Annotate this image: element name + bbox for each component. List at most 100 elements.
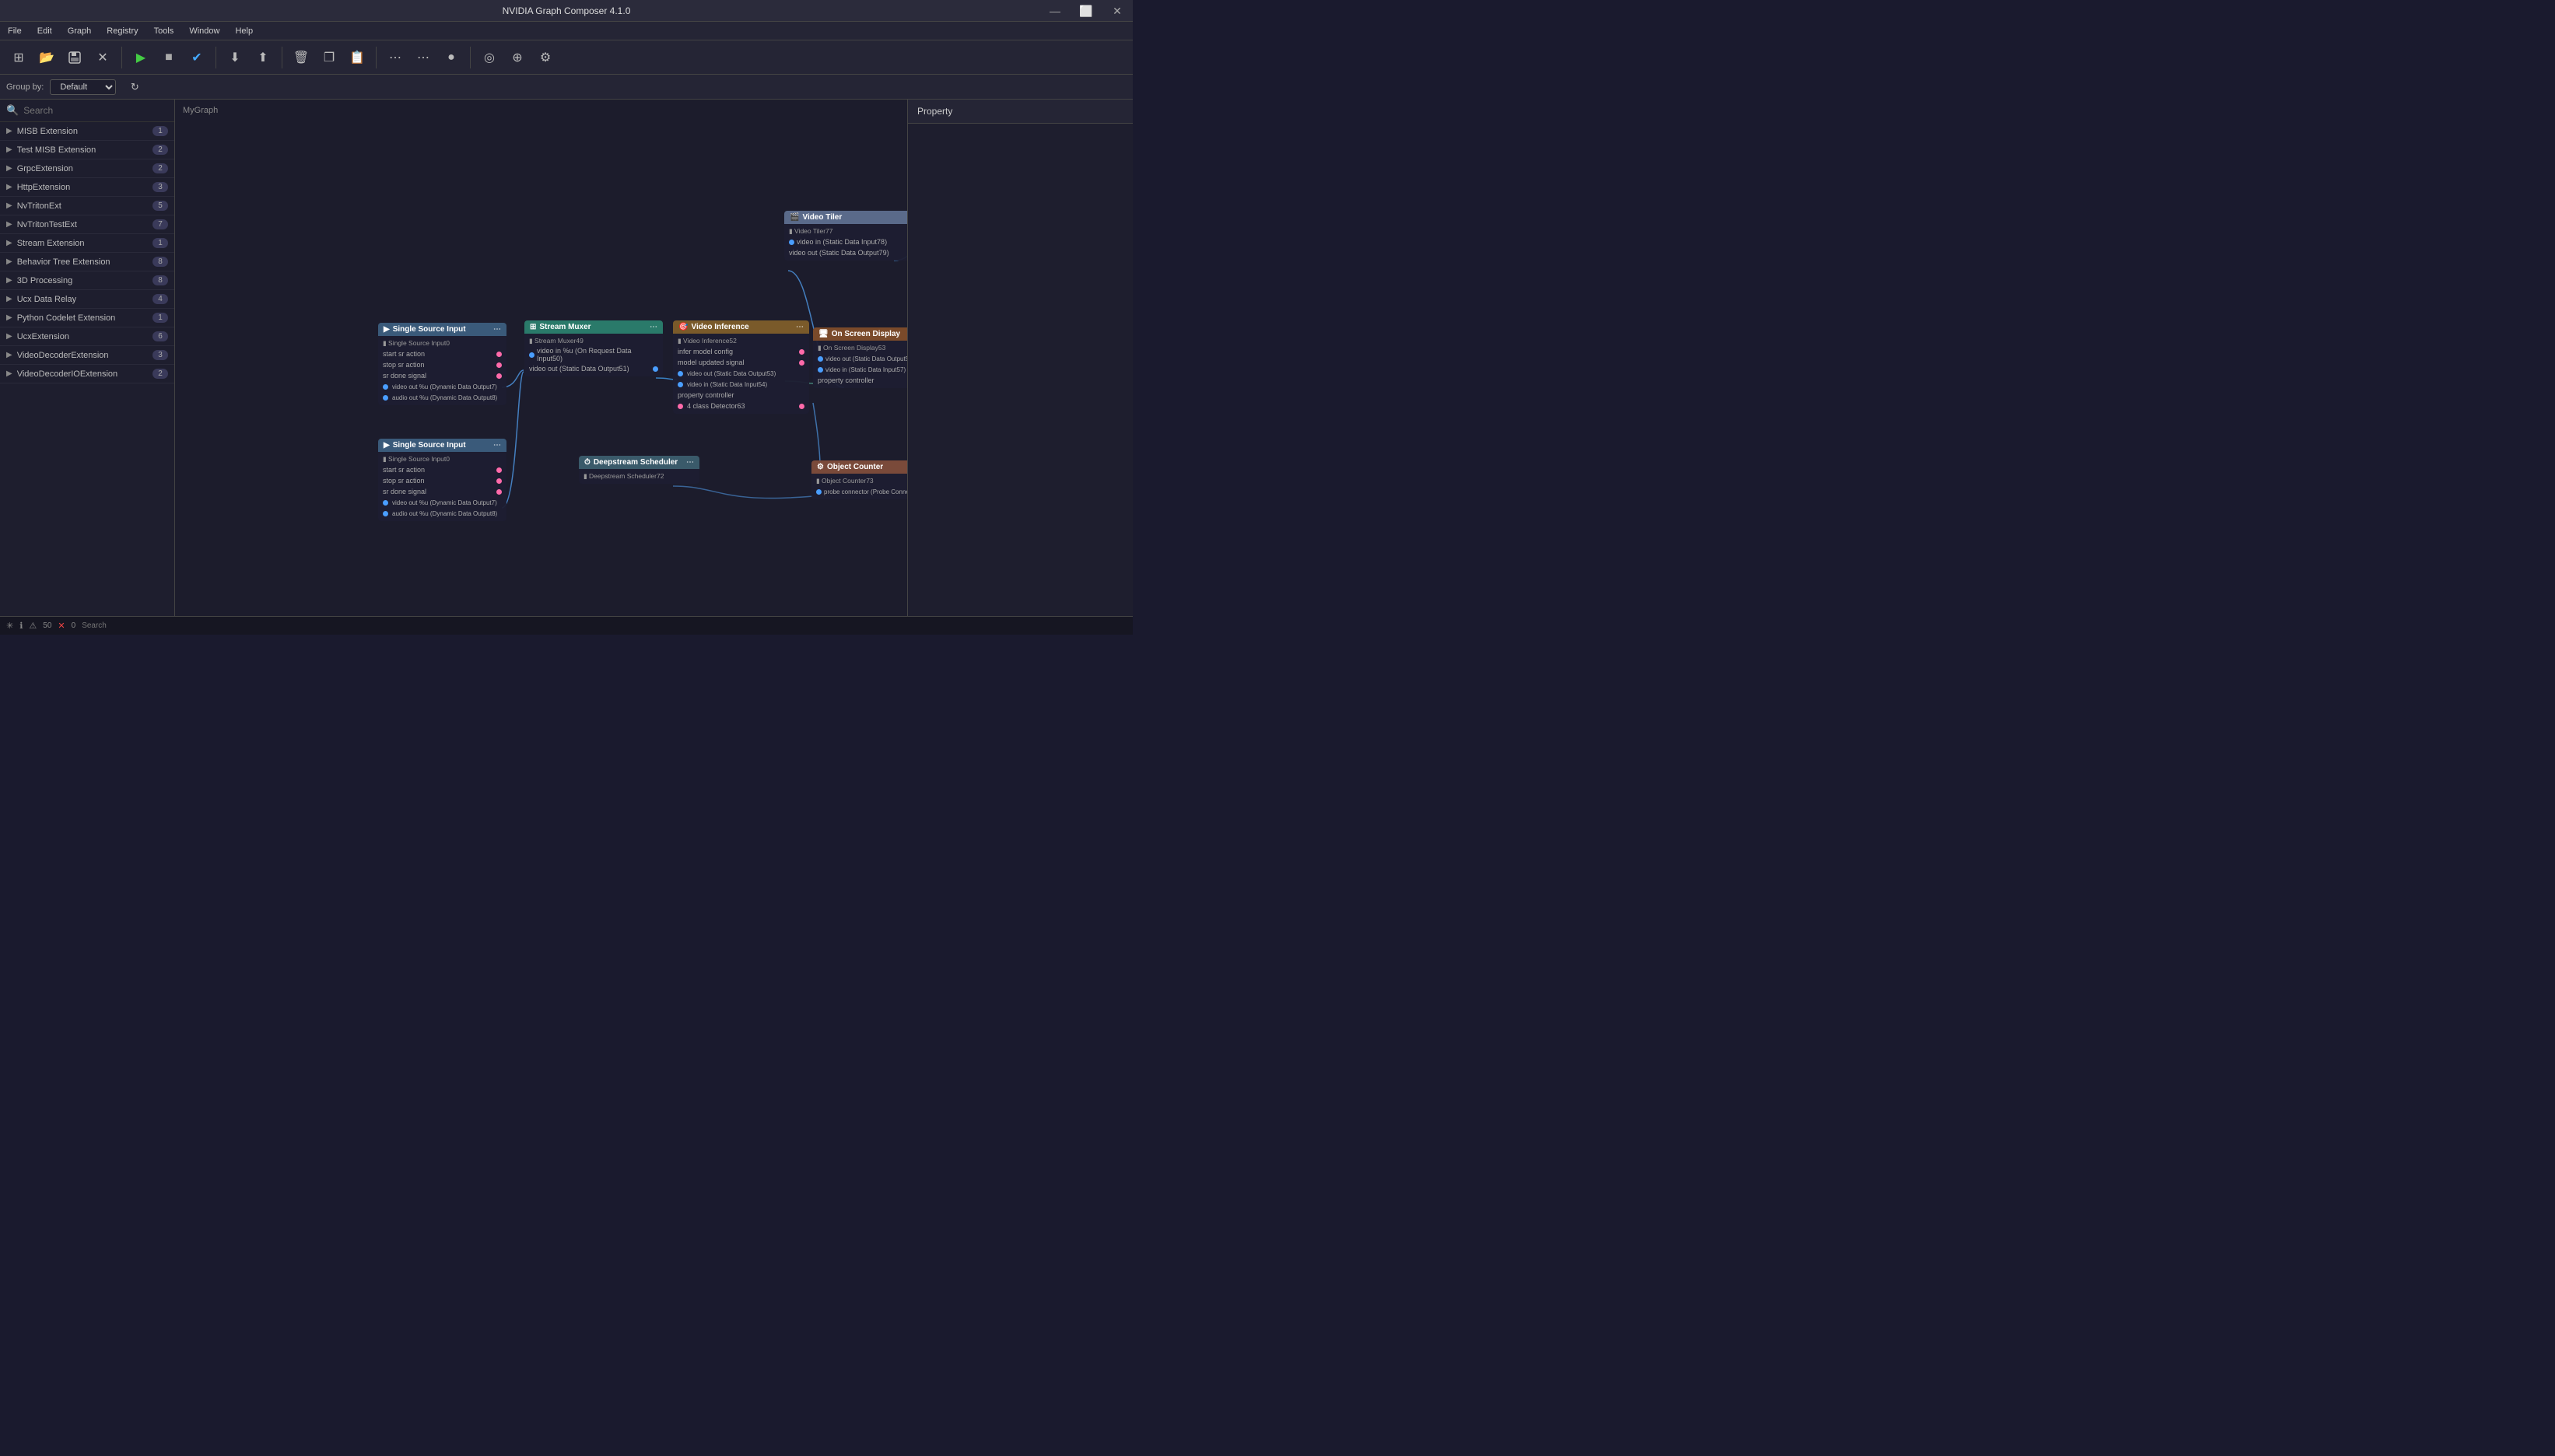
- maximize-button[interactable]: ⬜: [1071, 0, 1102, 22]
- ds-title: Deepstream Scheduler: [594, 458, 678, 467]
- minimize-button[interactable]: —: [1039, 0, 1071, 22]
- vi-r3: video out (Static Data Output53): [673, 368, 809, 379]
- video-tiler-node[interactable]: 🎬 Video Tiler ⋯ ▮ Video Tiler77 video in…: [784, 211, 907, 261]
- save-button[interactable]: [62, 45, 87, 70]
- sidebar-item-10[interactable]: ▶ Python Codelet Extension 1: [0, 309, 174, 327]
- sidebar-item-5[interactable]: ▶ NvTritonTestExt 7: [0, 215, 174, 234]
- play-button[interactable]: ▶: [128, 45, 153, 70]
- property-panel: Property: [907, 100, 1133, 616]
- arrow-icon-10: ▶: [6, 313, 12, 322]
- object-counter-node[interactable]: ⚙ Object Counter ⋯ ▮ Object Counter73 pr…: [811, 460, 907, 499]
- sidebar-item-4[interactable]: ▶ NvTritonExt 5: [0, 197, 174, 215]
- sidebar-count-8: 8: [152, 275, 168, 285]
- load-button[interactable]: ⬇: [223, 45, 247, 70]
- ssi2-r4: video out %u (Dynamic Data Output7): [378, 497, 506, 508]
- close-button[interactable]: ✕: [1102, 0, 1133, 22]
- vi-r1: infer model config: [673, 346, 809, 357]
- ssi1-r5: audio out %u (Dynamic Data Output8): [378, 392, 506, 403]
- error-icon: ✕: [58, 621, 65, 631]
- ds-menu[interactable]: ⋯: [686, 458, 694, 467]
- stop-button[interactable]: ■: [156, 45, 181, 70]
- close-doc-button[interactable]: ✕: [90, 45, 115, 70]
- single-source-input-node-1[interactable]: ▶ Single Source Input ⋯ ▮ Single Source …: [378, 323, 506, 405]
- sidebar-item-11[interactable]: ▶ UcxExtension 6: [0, 327, 174, 346]
- new-button[interactable]: ⊞: [6, 45, 31, 70]
- sidebar-count-1: 2: [152, 145, 168, 155]
- arrow-icon-12: ▶: [6, 351, 12, 359]
- sidebar-label-2: GrpcExtension: [17, 164, 152, 173]
- on-screen-display-node[interactable]: 🖥 On Screen Display ⋯ ▮ On Screen Displa…: [813, 327, 907, 388]
- ssi1-menu[interactable]: ⋯: [493, 325, 501, 334]
- stream-muxer-node[interactable]: ⊞ Stream Muxer ⋯ ▮ Stream Muxer49 video …: [524, 320, 663, 376]
- menu-tools[interactable]: Tools: [146, 22, 182, 40]
- delete-button[interactable]: 🗑: [289, 45, 314, 70]
- canvas-area[interactable]: MyGraph 🎬 Video Tiler: [175, 100, 907, 616]
- sidebar-item-8[interactable]: ▶ 3D Processing 8: [0, 271, 174, 290]
- status-search-input[interactable]: [82, 621, 1127, 630]
- sidebar-count-4: 5: [152, 201, 168, 211]
- sidebar-item-3[interactable]: ▶ HttpExtension 3: [0, 178, 174, 197]
- sidebar-label-1: Test MISB Extension: [17, 145, 152, 155]
- vi-id: ▮ Video Inference52: [673, 336, 809, 346]
- ssi2-id: ▮ Single Source Input0: [378, 454, 506, 464]
- single-source-input-node-2[interactable]: ▶ Single Source Input ⋯ ▮ Single Source …: [378, 439, 506, 521]
- more2-button[interactable]: ⋯: [411, 45, 436, 70]
- sidebar-item-1[interactable]: ▶ Test MISB Extension 2: [0, 141, 174, 159]
- ssi2-menu[interactable]: ⋯: [493, 441, 501, 450]
- sidebar-label-10: Python Codelet Extension: [17, 313, 152, 323]
- sidebar-item-9[interactable]: ▶ Ucx Data Relay 4: [0, 290, 174, 309]
- arrow-icon-5: ▶: [6, 220, 12, 229]
- dot-button[interactable]: ●: [439, 45, 464, 70]
- sidebar: 🔍 ▶ MISB Extension 1▶ Test MISB Extensio…: [0, 100, 175, 616]
- unload-button[interactable]: ⬆: [251, 45, 275, 70]
- menu-graph[interactable]: Graph: [60, 22, 100, 40]
- groupby-label: Group by:: [6, 82, 44, 92]
- video-tiler-title: Video Tiler: [802, 213, 842, 222]
- sidebar-item-7[interactable]: ▶ Behavior Tree Extension 8: [0, 253, 174, 271]
- arrow-icon-13: ▶: [6, 369, 12, 378]
- video-inference-node[interactable]: 🎯 Video Inference ⋯ ▮ Video Inference52 …: [673, 320, 809, 414]
- oc-id: ▮ Object Counter73: [811, 476, 907, 486]
- deepstream-scheduler-node[interactable]: ⏱ Deepstream Scheduler ⋯ ▮ Deepstream Sc…: [579, 456, 699, 484]
- sidebar-label-3: HttpExtension: [17, 183, 152, 192]
- warning-icon: ⚠: [29, 621, 37, 631]
- menu-registry[interactable]: Registry: [99, 22, 145, 40]
- menu-file[interactable]: File: [0, 22, 30, 40]
- copy-button[interactable]: ❐: [317, 45, 342, 70]
- fit-button[interactable]: ⊕: [505, 45, 530, 70]
- paste-button[interactable]: 📋: [345, 45, 370, 70]
- arrow-icon-11: ▶: [6, 332, 12, 341]
- sidebar-label-6: Stream Extension: [17, 239, 152, 248]
- groupbar: Group by: Default ↻: [0, 75, 1133, 100]
- sidebar-item-0[interactable]: ▶ MISB Extension 1: [0, 122, 174, 141]
- menu-edit[interactable]: Edit: [30, 22, 60, 40]
- validate-button[interactable]: ✔: [184, 45, 209, 70]
- sidebar-count-7: 8: [152, 257, 168, 267]
- oc-r1: probe connector (Probe Connector74): [811, 486, 907, 497]
- sidebar-item-2[interactable]: ▶ GrpcExtension 2: [0, 159, 174, 178]
- vi-menu[interactable]: ⋯: [796, 323, 804, 331]
- menu-help[interactable]: Help: [227, 22, 261, 40]
- groupby-select[interactable]: Default: [50, 79, 116, 95]
- sidebar-item-6[interactable]: ▶ Stream Extension 1: [0, 234, 174, 253]
- vt-out1: video out (Static Data Output79): [784, 247, 907, 258]
- toolbar: ⊞ 📂 ✕ ▶ ■ ✔ ⬇ ⬆ 🗑 ❐ 📋 ⋯ ⋯ ● ◎ ⊕ ⚙: [0, 40, 1133, 75]
- menu-window[interactable]: Window: [181, 22, 227, 40]
- vi-r4: video in (Static Data Input54): [673, 379, 809, 390]
- sidebar-count-9: 4: [152, 294, 168, 304]
- refresh-button[interactable]: ↻: [122, 75, 147, 100]
- error-count: 0: [72, 621, 76, 630]
- open-button[interactable]: 📂: [34, 45, 59, 70]
- center-view-button[interactable]: ◎: [477, 45, 502, 70]
- info-icon: ℹ: [19, 621, 23, 631]
- ssi2-title: Single Source Input: [393, 441, 466, 450]
- sidebar-item-13[interactable]: ▶ VideoDecoderIOExtension 2: [0, 365, 174, 383]
- ssi2-r5: audio out %u (Dynamic Data Output8): [378, 508, 506, 519]
- layout-button[interactable]: ⚙: [533, 45, 558, 70]
- sidebar-item-12[interactable]: ▶ VideoDecoderExtension 3: [0, 346, 174, 365]
- statusbar: ✳ ℹ ⚠ 50 ✕ 0: [0, 616, 1133, 635]
- search-input[interactable]: [23, 105, 168, 116]
- titlebar: NVIDIA Graph Composer 4.1.0 — ⬜ ✕: [0, 0, 1133, 22]
- more1-button[interactable]: ⋯: [383, 45, 408, 70]
- sm-menu[interactable]: ⋯: [650, 323, 657, 331]
